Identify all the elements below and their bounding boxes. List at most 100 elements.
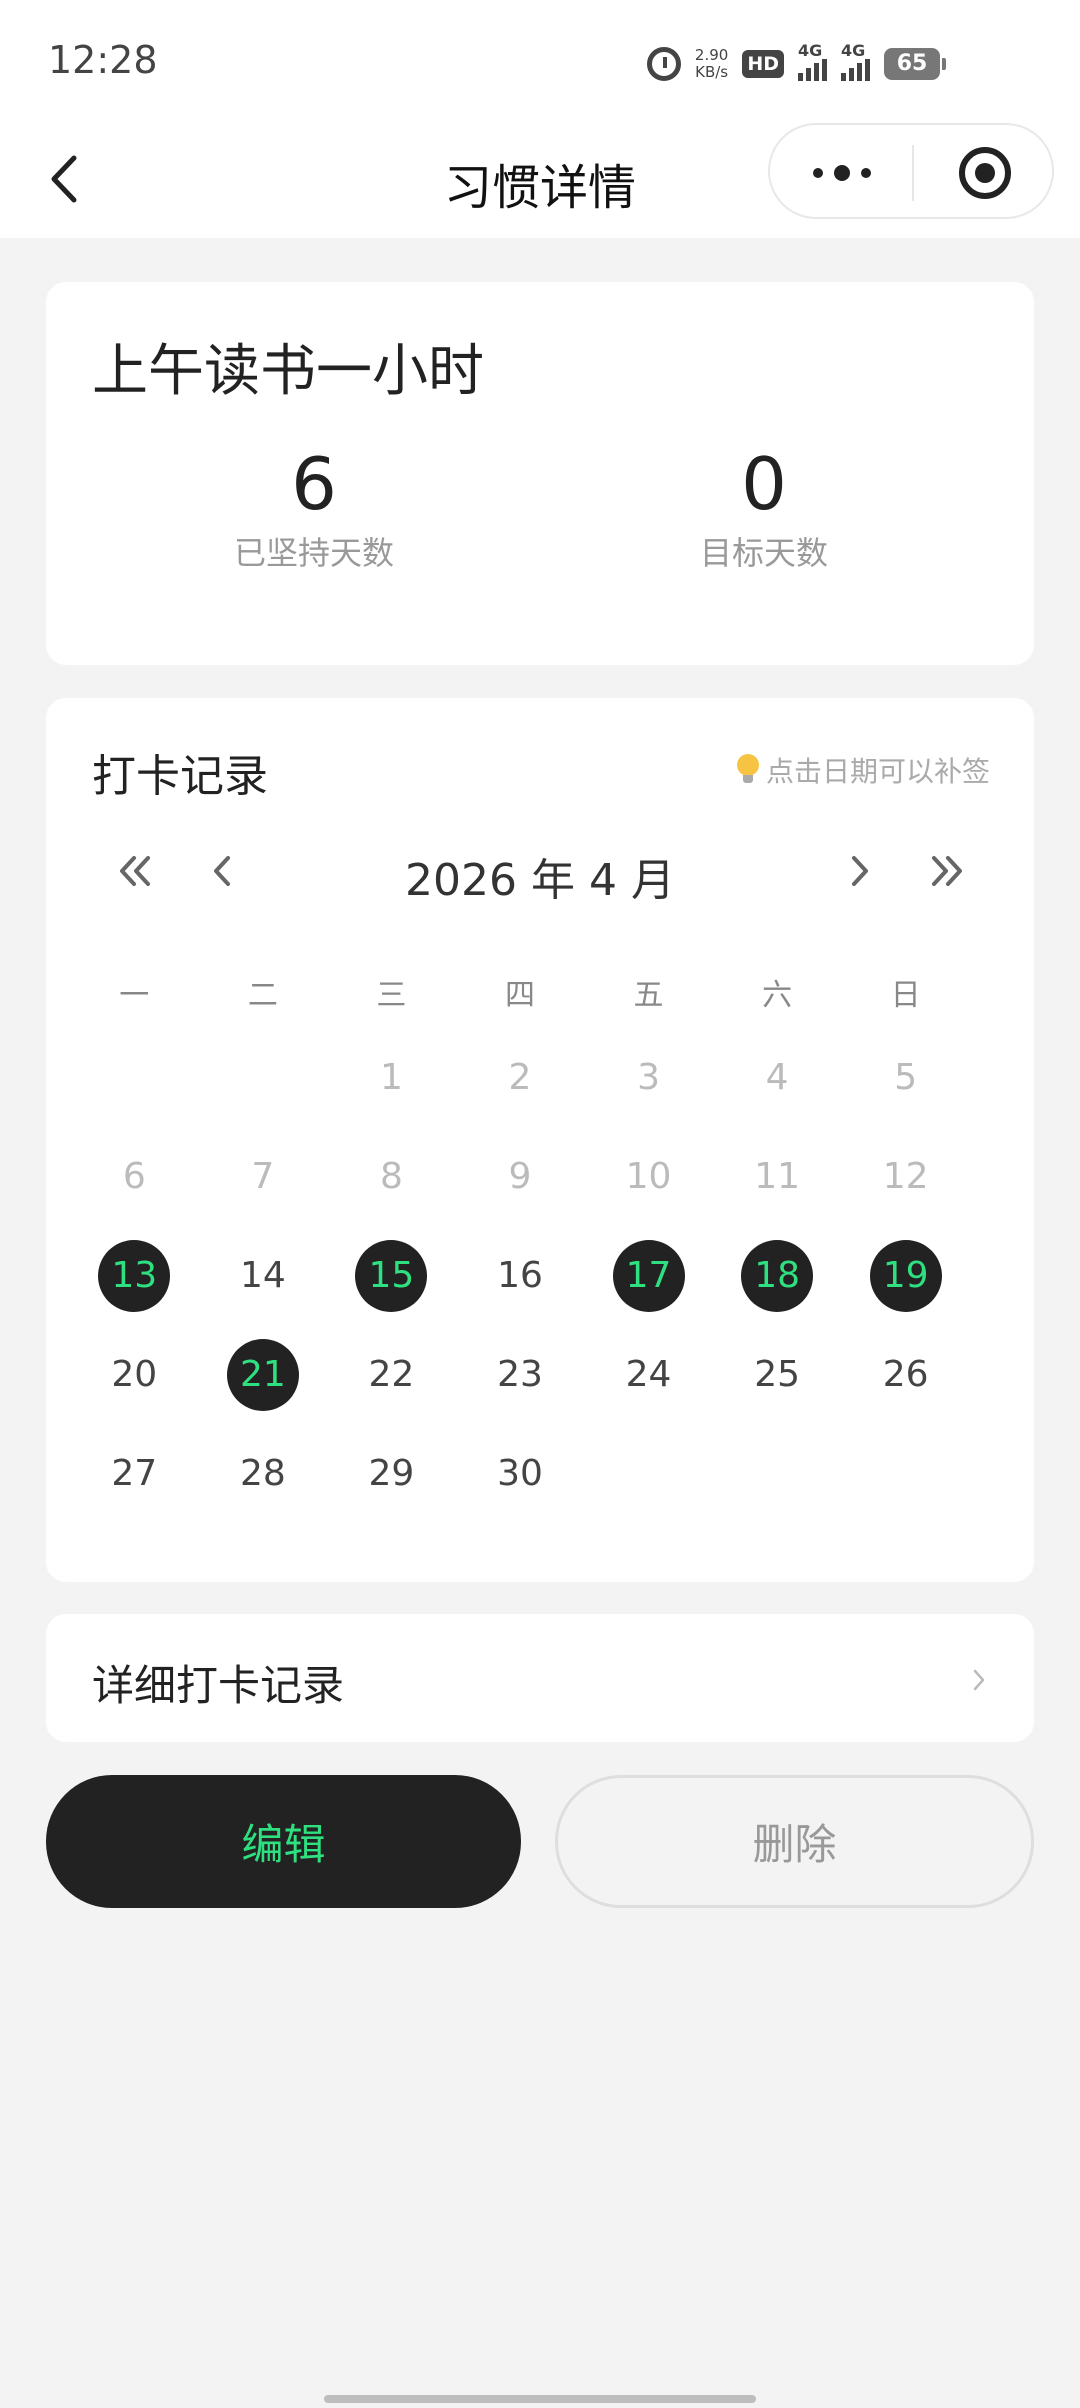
weekday-label: 一 <box>119 978 150 1013</box>
nav-bar: 习惯详情 <box>0 120 1080 238</box>
calendar-day-number: 28 <box>239 1453 286 1494</box>
calendar-day[interactable]: 16 <box>456 1226 585 1325</box>
weekday-label: 五 <box>633 978 664 1013</box>
calendar-day-number: 7 <box>251 1156 275 1197</box>
target-days-label: 目标天数 <box>699 534 828 572</box>
calendar-day[interactable]: 11 <box>713 1127 842 1226</box>
calendar-day-checked[interactable]: 21 <box>199 1325 328 1424</box>
alarm-icon <box>646 47 681 81</box>
signal-label: 4G <box>841 41 866 60</box>
calendar-day[interactable]: 20 <box>70 1325 199 1424</box>
calendar-day-number: 29 <box>368 1453 415 1494</box>
network-speed-value: 2.90 <box>694 46 729 64</box>
calendar-day-number: 27 <box>111 1453 158 1494</box>
signal-label: 4G <box>798 41 823 60</box>
calendar-day[interactable]: 27 <box>70 1424 199 1523</box>
calendar-day[interactable]: 9 <box>456 1127 585 1226</box>
detail-records-row[interactable]: 详细打卡记录 <box>46 1614 1034 1742</box>
network-speed-unit: KB/s <box>695 63 729 81</box>
edit-button[interactable]: 编辑 <box>46 1775 521 1908</box>
capsule-divider <box>912 145 914 201</box>
calendar-day-number: 11 <box>754 1156 800 1197</box>
calendar-day[interactable]: 2 <box>456 1028 585 1127</box>
delete-button[interactable]: 删除 <box>555 1775 1034 1908</box>
calendar-day-checked[interactable]: 15 <box>327 1226 456 1325</box>
next-year-icon[interactable] <box>918 846 974 896</box>
battery-icon: 65 <box>884 48 946 80</box>
calendar-day-number: 26 <box>882 1354 929 1395</box>
calendar-day-number: 15 <box>355 1239 428 1312</box>
calendar-day-number: 8 <box>379 1156 403 1197</box>
calendar-day-number: 30 <box>497 1453 543 1494</box>
weekday-label: 二 <box>247 978 278 1013</box>
calendar-day[interactable]: 26 <box>841 1325 970 1424</box>
calendar-day-number: 14 <box>239 1255 286 1296</box>
calendar-title: 打卡记录 <box>92 751 268 802</box>
weekday-label: 日 <box>890 978 921 1013</box>
target-days-stat: 0 目标天数 <box>614 442 914 574</box>
calendar-day-number: 3 <box>637 1057 660 1098</box>
calendar-day-number: 24 <box>625 1354 672 1395</box>
calendar-day[interactable]: 3 <box>584 1028 713 1127</box>
calendar-day[interactable]: 7 <box>199 1127 328 1226</box>
calendar-day[interactable]: 10 <box>584 1127 713 1226</box>
checkin-calendar-card: 打卡记录 点击日期可以补签 2026 年 4 月 一 二 三 四 五 六 日 1… <box>46 698 1034 1582</box>
calendar-day-number: 21 <box>226 1338 299 1411</box>
calendar-day-number: 13 <box>98 1239 171 1312</box>
calendar-day[interactable]: 25 <box>713 1325 842 1424</box>
calendar-day-number: 9 <box>508 1156 532 1197</box>
calendar-day-number: 2 <box>508 1057 532 1098</box>
calendar-day-checked[interactable]: 18 <box>713 1226 842 1325</box>
calendar-day[interactable]: 5 <box>841 1028 970 1127</box>
calendar-day-number: 20 <box>111 1354 158 1395</box>
calendar-day-checked[interactable]: 19 <box>841 1226 970 1325</box>
calendar-empty-cell <box>70 1028 199 1127</box>
calendar-day-number: 23 <box>497 1354 543 1395</box>
calendar-day[interactable]: 28 <box>199 1424 328 1523</box>
weekday-label: 四 <box>504 978 535 1013</box>
calendar-day-number: 18 <box>741 1239 814 1312</box>
calendar-day-number: 12 <box>882 1156 929 1197</box>
makeup-tip-text: 点击日期可以补签 <box>765 755 990 788</box>
calendar-day-number: 17 <box>612 1239 685 1312</box>
calendar-empty-cell <box>199 1028 328 1127</box>
habit-summary-card: 上午读书一小时 6 已坚持天数 0 目标天数 <box>46 282 1034 665</box>
calendar-day-checked[interactable]: 13 <box>70 1226 199 1325</box>
calendar-day-number: 19 <box>869 1239 942 1312</box>
hd-icon: HD <box>742 50 784 78</box>
calendar-day[interactable]: 1 <box>327 1028 456 1127</box>
status-icons: 2.90 KB/s HD 4G 4G 65 <box>646 41 946 86</box>
calendar-day-number: 25 <box>754 1354 800 1395</box>
weekday-header: 一 二 三 四 五 六 日 <box>70 970 970 1014</box>
calendar-day-number: 1 <box>379 1057 403 1098</box>
persisted-days-stat: 6 已坚持天数 <box>164 442 464 574</box>
persisted-days-value: 6 <box>291 442 337 526</box>
home-indicator <box>324 2395 756 2403</box>
miniprogram-capsule <box>768 123 1054 219</box>
calendar-day[interactable]: 14 <box>199 1226 328 1325</box>
calendar-day-checked[interactable]: 17 <box>584 1226 713 1325</box>
lightbulb-icon <box>736 754 760 786</box>
calendar-day[interactable]: 24 <box>584 1325 713 1424</box>
more-dots-icon[interactable] <box>810 159 874 187</box>
weekday-label: 三 <box>376 978 407 1013</box>
calendar-day[interactable]: 4 <box>713 1028 842 1127</box>
habit-name: 上午读书一小时 <box>92 339 484 404</box>
calendar-day[interactable]: 29 <box>327 1424 456 1523</box>
calendar-day[interactable]: 12 <box>841 1127 970 1226</box>
calendar-day[interactable]: 30 <box>456 1424 585 1523</box>
status-time: 12:28 <box>48 38 158 82</box>
signal-icon: 4G <box>798 41 827 81</box>
target-days-value: 0 <box>741 442 787 526</box>
calendar-day-number: 4 <box>765 1057 789 1098</box>
calendar-day-number: 16 <box>497 1255 543 1296</box>
close-target-icon[interactable] <box>958 146 1012 200</box>
status-bar: 12:28 2.90 KB/s HD 4G 4G 65 <box>0 0 1080 120</box>
calendar-day[interactable]: 23 <box>456 1325 585 1424</box>
calendar-day[interactable]: 6 <box>70 1127 199 1226</box>
signal-icon: 4G <box>841 41 870 81</box>
calendar-day-number: 5 <box>894 1057 918 1098</box>
calendar-day[interactable]: 8 <box>327 1127 456 1226</box>
calendar-day[interactable]: 22 <box>327 1325 456 1424</box>
next-month-icon[interactable] <box>830 846 886 896</box>
